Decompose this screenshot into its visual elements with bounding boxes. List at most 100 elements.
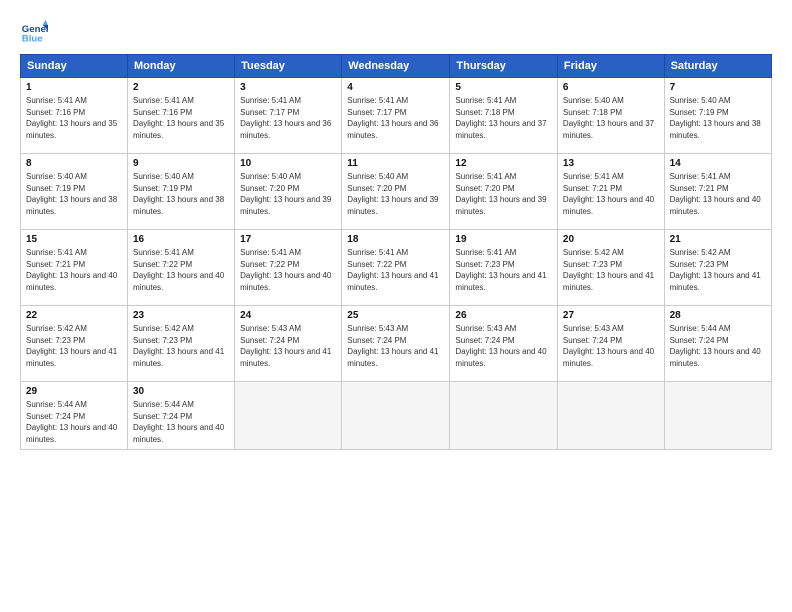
- calendar-cell: 1 Sunrise: 5:41 AMSunset: 7:16 PMDaylight…: [21, 78, 128, 154]
- day-detail: Sunrise: 5:41 AMSunset: 7:17 PMDaylight:…: [240, 95, 336, 141]
- calendar-cell: 12 Sunrise: 5:41 AMSunset: 7:20 PMDayligh…: [450, 154, 558, 230]
- calendar-cell: 26 Sunrise: 5:43 AMSunset: 7:24 PMDayligh…: [450, 306, 558, 382]
- day-detail: Sunrise: 5:42 AMSunset: 7:23 PMDaylight:…: [26, 323, 122, 369]
- calendar-cell: 17 Sunrise: 5:41 AMSunset: 7:22 PMDayligh…: [235, 230, 342, 306]
- calendar-cell: 28 Sunrise: 5:44 AMSunset: 7:24 PMDayligh…: [664, 306, 771, 382]
- day-detail: Sunrise: 5:44 AMSunset: 7:24 PMDaylight:…: [670, 323, 766, 369]
- day-number: 23: [133, 310, 229, 321]
- day-number: 10: [240, 158, 336, 169]
- day-number: 1: [26, 82, 122, 93]
- weekday-header: Sunday: [21, 55, 128, 78]
- calendar-cell: 15 Sunrise: 5:41 AMSunset: 7:21 PMDayligh…: [21, 230, 128, 306]
- weekday-header: Thursday: [450, 55, 558, 78]
- calendar-cell: 29 Sunrise: 5:44 AMSunset: 7:24 PMDayligh…: [21, 382, 128, 450]
- calendar-cell: 23 Sunrise: 5:42 AMSunset: 7:23 PMDayligh…: [128, 306, 235, 382]
- day-detail: Sunrise: 5:41 AMSunset: 7:22 PMDaylight:…: [347, 247, 444, 293]
- day-detail: Sunrise: 5:41 AMSunset: 7:22 PMDaylight:…: [133, 247, 229, 293]
- day-detail: Sunrise: 5:40 AMSunset: 7:20 PMDaylight:…: [240, 171, 336, 217]
- day-detail: Sunrise: 5:44 AMSunset: 7:24 PMDaylight:…: [26, 399, 122, 445]
- calendar-table: SundayMondayTuesdayWednesdayThursdayFrid…: [20, 54, 772, 450]
- calendar-cell: 7 Sunrise: 5:40 AMSunset: 7:19 PMDaylight…: [664, 78, 771, 154]
- calendar-cell: 19Sunrise: 5:41 AMSunset: 7:23 PMDayligh…: [450, 230, 558, 306]
- day-number: 21: [670, 234, 766, 245]
- day-number: 29: [26, 386, 122, 397]
- day-detail: Sunrise: 5:42 AMSunset: 7:23 PMDaylight:…: [563, 247, 659, 293]
- calendar-cell: 14 Sunrise: 5:41 AMSunset: 7:21 PMDayligh…: [664, 154, 771, 230]
- day-detail: Sunrise: 5:40 AMSunset: 7:18 PMDaylight:…: [563, 95, 659, 141]
- day-detail: Sunrise: 5:41 AMSunset: 7:16 PMDaylight:…: [133, 95, 229, 141]
- day-number: 6: [563, 82, 659, 93]
- day-number: 14: [670, 158, 766, 169]
- logo: General Blue: [20, 18, 48, 46]
- weekday-header: Wednesday: [342, 55, 450, 78]
- day-detail: Sunrise: 5:41 AMSunset: 7:17 PMDaylight:…: [347, 95, 444, 141]
- day-number: 11: [347, 158, 444, 169]
- calendar-cell: 5 Sunrise: 5:41 AMSunset: 7:18 PMDaylight…: [450, 78, 558, 154]
- day-number: 27: [563, 310, 659, 321]
- day-number: 17: [240, 234, 336, 245]
- day-number: 24: [240, 310, 336, 321]
- day-detail: Sunrise: 5:43 AMSunset: 7:24 PMDaylight:…: [240, 323, 336, 369]
- day-detail: Sunrise: 5:43 AMSunset: 7:24 PMDaylight:…: [455, 323, 552, 369]
- weekday-header: Monday: [128, 55, 235, 78]
- day-number: 15: [26, 234, 122, 245]
- day-number: 3: [240, 82, 336, 93]
- svg-text:Blue: Blue: [22, 34, 43, 45]
- calendar-cell: 4 Sunrise: 5:41 AMSunset: 7:17 PMDaylight…: [342, 78, 450, 154]
- day-detail: Sunrise: 5:40 AMSunset: 7:19 PMDaylight:…: [670, 95, 766, 141]
- day-number: 16: [133, 234, 229, 245]
- day-detail: Sunrise: 5:41 AMSunset: 7:20 PMDaylight:…: [455, 171, 552, 217]
- day-number: 30: [133, 386, 229, 397]
- weekday-header: Saturday: [664, 55, 771, 78]
- day-detail: Sunrise: 5:41 AMSunset: 7:16 PMDaylight:…: [26, 95, 122, 141]
- day-number: 9: [133, 158, 229, 169]
- calendar-cell: [235, 382, 342, 450]
- day-detail: Sunrise: 5:44 AMSunset: 7:24 PMDaylight:…: [133, 399, 229, 445]
- calendar-cell: 25 Sunrise: 5:43 AMSunset: 7:24 PMDayligh…: [342, 306, 450, 382]
- calendar-cell: 21 Sunrise: 5:42 AMSunset: 7:23 PMDayligh…: [664, 230, 771, 306]
- day-number: 22: [26, 310, 122, 321]
- day-number: 4: [347, 82, 444, 93]
- calendar-cell: 16 Sunrise: 5:41 AMSunset: 7:22 PMDayligh…: [128, 230, 235, 306]
- day-number: 2: [133, 82, 229, 93]
- day-detail: Sunrise: 5:41 AMSunset: 7:21 PMDaylight:…: [563, 171, 659, 217]
- calendar-cell: 10 Sunrise: 5:40 AMSunset: 7:20 PMDayligh…: [235, 154, 342, 230]
- calendar-cell: 9 Sunrise: 5:40 AMSunset: 7:19 PMDaylight…: [128, 154, 235, 230]
- day-detail: Sunrise: 5:43 AMSunset: 7:24 PMDaylight:…: [563, 323, 659, 369]
- calendar-cell: 18 Sunrise: 5:41 AMSunset: 7:22 PMDayligh…: [342, 230, 450, 306]
- day-detail: Sunrise: 5:40 AMSunset: 7:20 PMDaylight:…: [347, 171, 444, 217]
- calendar-cell: 30 Sunrise: 5:44 AMSunset: 7:24 PMDayligh…: [128, 382, 235, 450]
- day-detail: Sunrise: 5:43 AMSunset: 7:24 PMDaylight:…: [347, 323, 444, 369]
- day-number: 12: [455, 158, 552, 169]
- day-detail: Sunrise: 5:42 AMSunset: 7:23 PMDaylight:…: [670, 247, 766, 293]
- day-detail: Sunrise: 5:41 AMSunset: 7:21 PMDaylight:…: [26, 247, 122, 293]
- calendar-cell: 8Sunrise: 5:40 AMSunset: 7:19 PMDaylight…: [21, 154, 128, 230]
- day-number: 26: [455, 310, 552, 321]
- calendar-cell: 2 Sunrise: 5:41 AMSunset: 7:16 PMDaylight…: [128, 78, 235, 154]
- logo-icon: General Blue: [20, 18, 48, 46]
- page-header: General Blue: [20, 18, 772, 46]
- calendar-cell: [664, 382, 771, 450]
- calendar-cell: 24 Sunrise: 5:43 AMSunset: 7:24 PMDayligh…: [235, 306, 342, 382]
- day-detail: Sunrise: 5:41 AMSunset: 7:22 PMDaylight:…: [240, 247, 336, 293]
- day-number: 28: [670, 310, 766, 321]
- calendar-cell: 13 Sunrise: 5:41 AMSunset: 7:21 PMDayligh…: [557, 154, 664, 230]
- day-number: 5: [455, 82, 552, 93]
- calendar-cell: 11 Sunrise: 5:40 AMSunset: 7:20 PMDayligh…: [342, 154, 450, 230]
- day-detail: Sunrise: 5:42 AMSunset: 7:23 PMDaylight:…: [133, 323, 229, 369]
- day-number: 13: [563, 158, 659, 169]
- day-number: 7: [670, 82, 766, 93]
- calendar-cell: 6 Sunrise: 5:40 AMSunset: 7:18 PMDaylight…: [557, 78, 664, 154]
- calendar-cell: [557, 382, 664, 450]
- day-number: 18: [347, 234, 444, 245]
- calendar-cell: [450, 382, 558, 450]
- weekday-header: Friday: [557, 55, 664, 78]
- calendar-cell: 27 Sunrise: 5:43 AMSunset: 7:24 PMDayligh…: [557, 306, 664, 382]
- day-number: 8: [26, 158, 122, 169]
- day-detail: Sunrise: 5:41 AMSunset: 7:18 PMDaylight:…: [455, 95, 552, 141]
- day-detail: Sunrise: 5:41 AMSunset: 7:23 PMDaylight:…: [455, 247, 552, 293]
- day-detail: Sunrise: 5:40 AMSunset: 7:19 PMDaylight:…: [133, 171, 229, 217]
- day-number: 25: [347, 310, 444, 321]
- day-detail: Sunrise: 5:41 AMSunset: 7:21 PMDaylight:…: [670, 171, 766, 217]
- calendar-cell: 20Sunrise: 5:42 AMSunset: 7:23 PMDayligh…: [557, 230, 664, 306]
